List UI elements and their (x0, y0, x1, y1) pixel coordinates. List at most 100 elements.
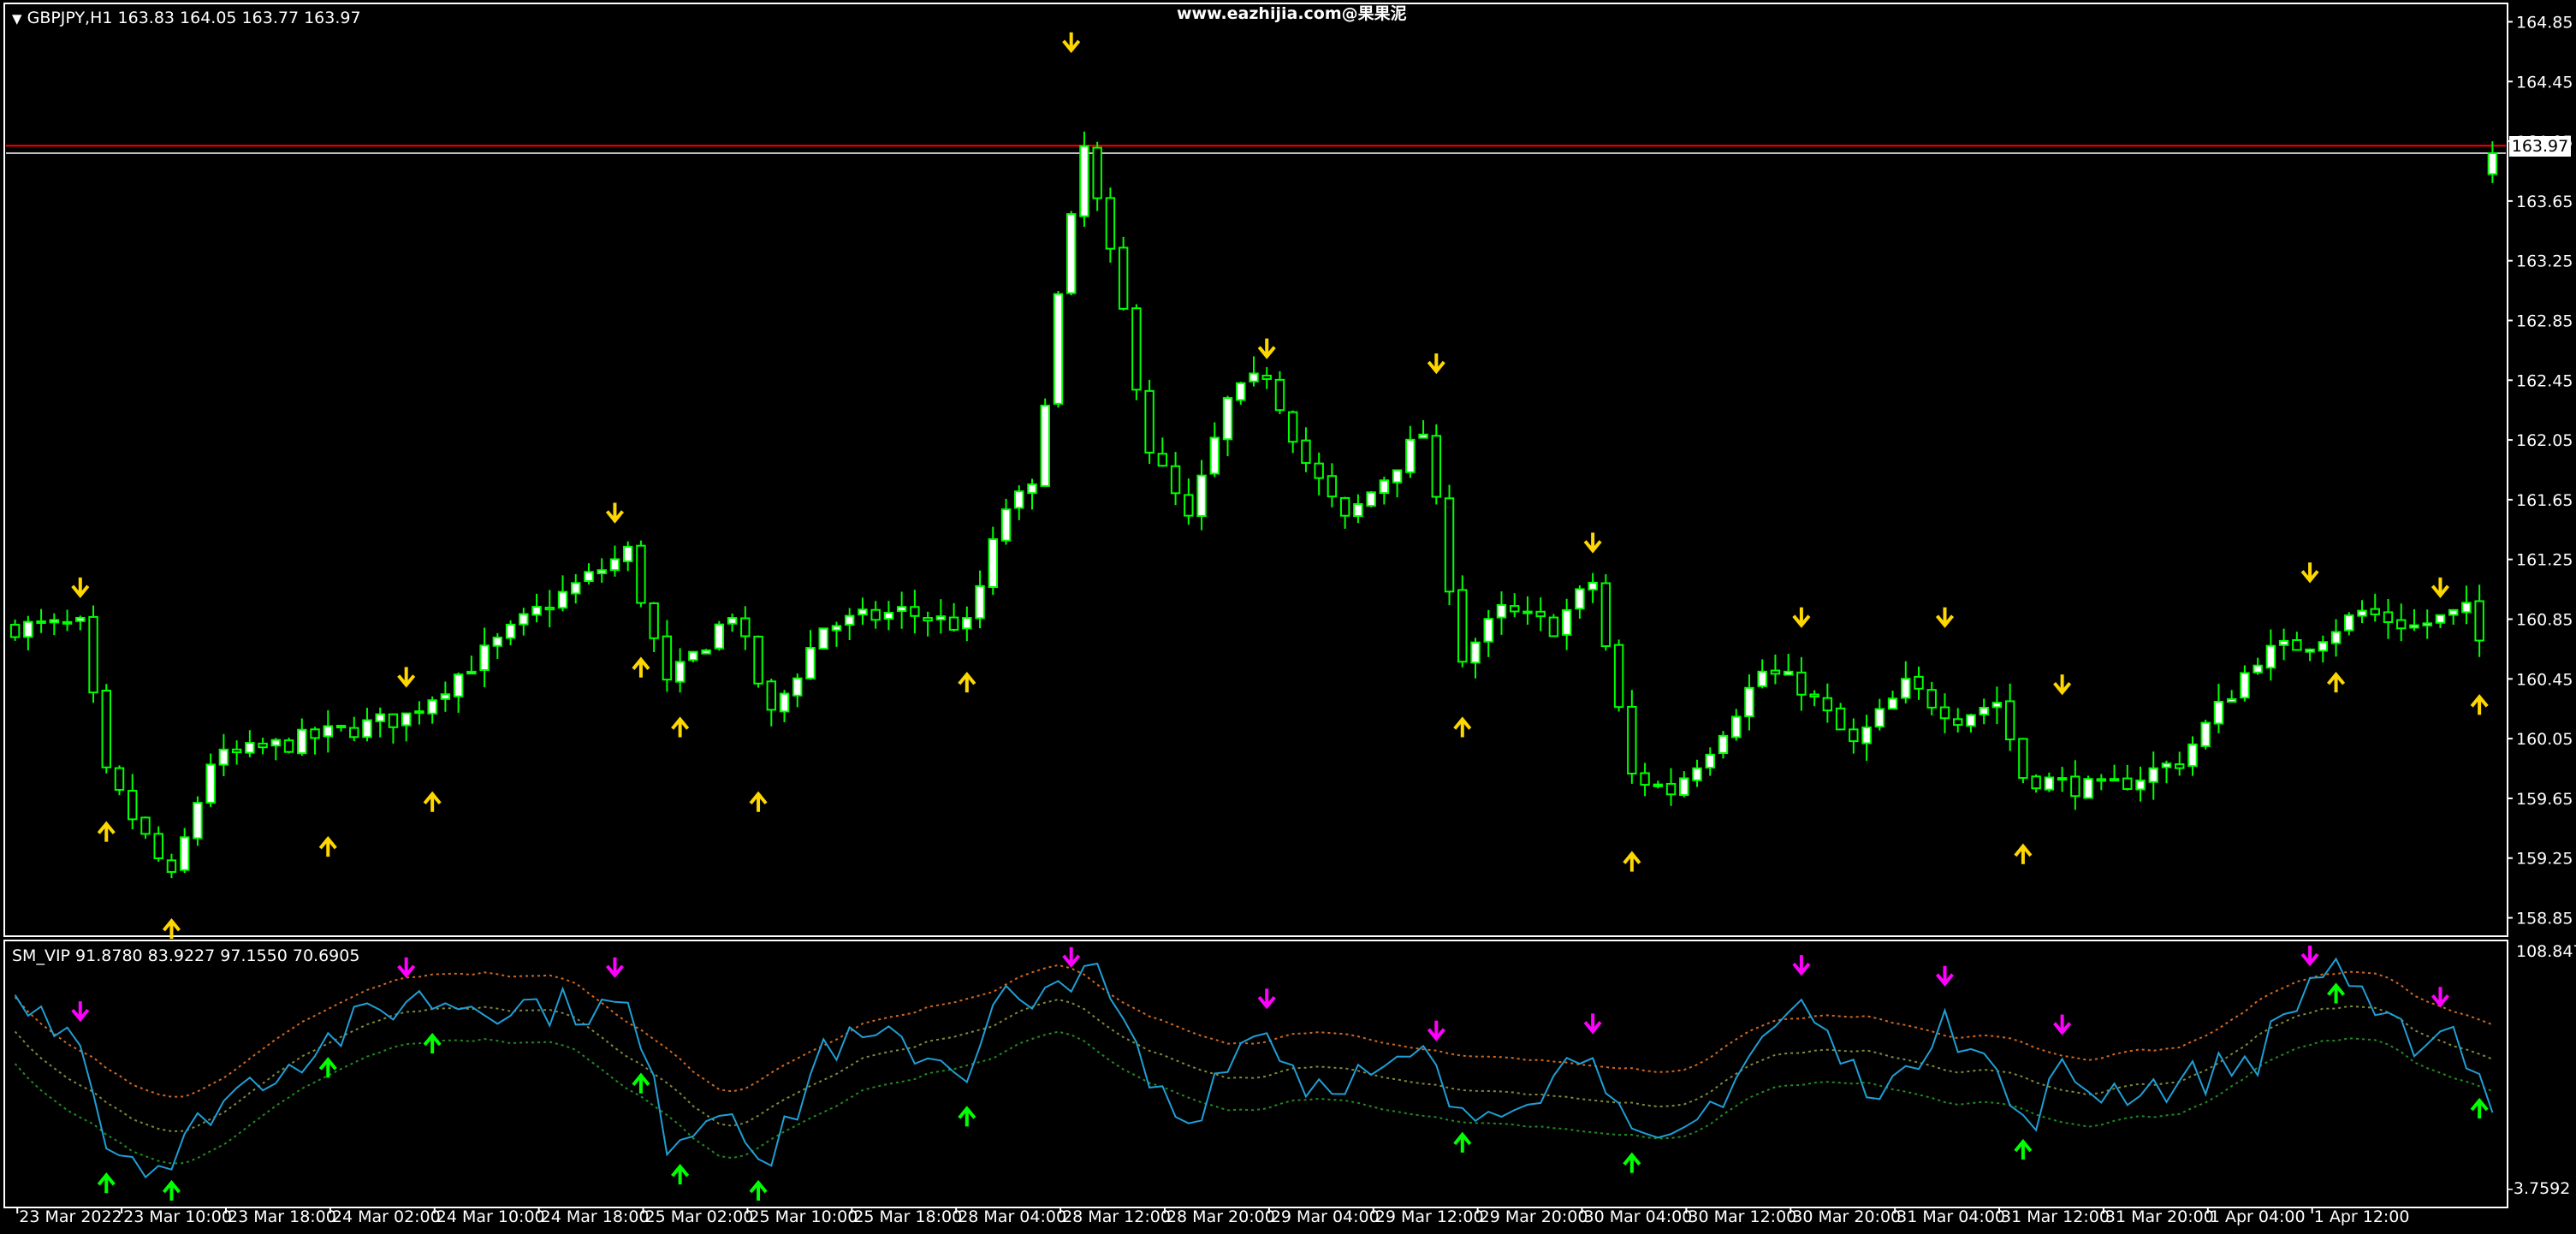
chart-canvas[interactable]: 164.85164.45164.05163.65163.25162.85162.… (0, 0, 2576, 1234)
candle-body (531, 606, 542, 616)
candle-body (2070, 775, 2080, 798)
candle-body (2278, 639, 2289, 646)
up-signal-arrow-icon (2014, 1138, 2033, 1160)
candle-body (1483, 618, 1493, 643)
down-signal-arrow-icon (2053, 1014, 2072, 1035)
sell-arrow-icon (1257, 338, 1276, 359)
candle-body (375, 713, 385, 722)
candle-body (1730, 715, 1742, 739)
candle-body (923, 616, 933, 622)
candle-body (2253, 664, 2263, 673)
time-tick-label: 28 Mar 12:00 (1062, 1207, 1171, 1226)
candle-body (1548, 616, 1559, 638)
price-tick-label: 164.45 (2516, 73, 2573, 92)
price-tick-label: 164.85 (2516, 13, 2573, 32)
candle-body (2200, 721, 2211, 747)
candle-body (688, 650, 698, 661)
down-signal-arrow-icon (397, 957, 416, 978)
candle-body (1522, 610, 1533, 614)
price-tick-label: 162.05 (2516, 431, 2573, 450)
sell-arrow-icon (71, 577, 90, 598)
candle-body (1327, 475, 1338, 498)
down-signal-arrow-icon (1257, 988, 1276, 1010)
indicator-window-frame (3, 940, 2508, 1208)
candle-body (896, 606, 907, 613)
candle-body (2435, 614, 2446, 624)
down-signal-arrow-icon (2431, 987, 2449, 1008)
candle-body (1418, 433, 1428, 439)
candle-body (1679, 777, 1689, 797)
candle-body (2396, 619, 2407, 630)
up-signal-arrow-icon (958, 1106, 976, 1127)
sell-arrow-icon (2053, 674, 2072, 696)
candle-body (584, 571, 594, 582)
candle-body (1196, 474, 1207, 518)
candle-body (1692, 767, 1702, 781)
candle-body (283, 739, 294, 753)
buy-arrow-icon (2327, 671, 2346, 693)
down-signal-arrow-icon (605, 957, 625, 978)
candle-body (1939, 706, 1950, 720)
candle-body (310, 728, 320, 739)
candle-body (2487, 152, 2498, 175)
price-tick-label: 162.85 (2516, 311, 2573, 330)
candle-body (701, 649, 711, 655)
candle-body (245, 742, 255, 754)
time-tick-label: 25 Mar 02:00 (645, 1207, 754, 1226)
candle-body (1379, 479, 1390, 495)
candle-body (88, 615, 98, 694)
candle-body (2057, 777, 2068, 781)
main-window-frame (3, 3, 2508, 937)
candle-body (1040, 404, 1050, 487)
candle-body (297, 728, 307, 755)
time-tick-label: 23 Mar 2022 (19, 1207, 122, 1226)
candle-body (1222, 397, 1233, 441)
indicator-tick-bottom: -3.7592 (2508, 1179, 2571, 1198)
candle-body (1509, 605, 1520, 613)
candle-body (622, 545, 633, 562)
candle-body (2044, 776, 2055, 791)
candle-body (988, 538, 999, 589)
time-tick-label: 28 Mar 20:00 (1166, 1207, 1275, 1226)
candle-body (1901, 678, 1911, 699)
candle-body (1849, 728, 1859, 743)
up-signal-arrow-icon (2470, 1097, 2489, 1119)
candle-body (1926, 689, 1937, 709)
price-tick-label: 159.25 (2516, 850, 2573, 869)
candle-body (2409, 624, 2419, 629)
candle-body (1705, 753, 1715, 769)
candle-body (218, 748, 229, 766)
candle-body (818, 627, 828, 650)
candle-body (831, 625, 842, 632)
sell-arrow-icon (1935, 607, 1955, 628)
up-signal-arrow-icon (671, 1164, 690, 1185)
candle-body (1157, 453, 1168, 467)
candle-body (1914, 675, 1924, 690)
candle-body (649, 602, 659, 639)
candle-body (2292, 638, 2302, 651)
down-signal-arrow-icon (1427, 1020, 1445, 1041)
current-price-label: 163.97 (2509, 136, 2571, 157)
candle-body (544, 607, 555, 611)
candle-body (1131, 307, 1142, 391)
up-signal-arrow-icon (1623, 1152, 1641, 1173)
candle-body (2083, 778, 2093, 799)
candle-body (2344, 614, 2354, 632)
candle-body (571, 582, 581, 595)
candle-body (179, 836, 190, 871)
candle-body (1718, 734, 1729, 755)
dropdown-triangle-icon[interactable]: ▼ (12, 11, 22, 27)
candle-body (1535, 610, 1546, 618)
candle-body (114, 767, 125, 791)
candle-body (1757, 670, 1767, 687)
candle-body (1065, 213, 1077, 294)
buy-arrow-icon (958, 671, 976, 693)
candle-body (1249, 372, 1259, 383)
candle-body (2122, 777, 2133, 790)
candle-body (2330, 631, 2342, 644)
buy-arrow-icon (318, 835, 337, 857)
candle-body (205, 763, 216, 804)
candle-body (49, 619, 60, 624)
candle-body (1118, 246, 1129, 310)
candle-body (1314, 462, 1324, 479)
